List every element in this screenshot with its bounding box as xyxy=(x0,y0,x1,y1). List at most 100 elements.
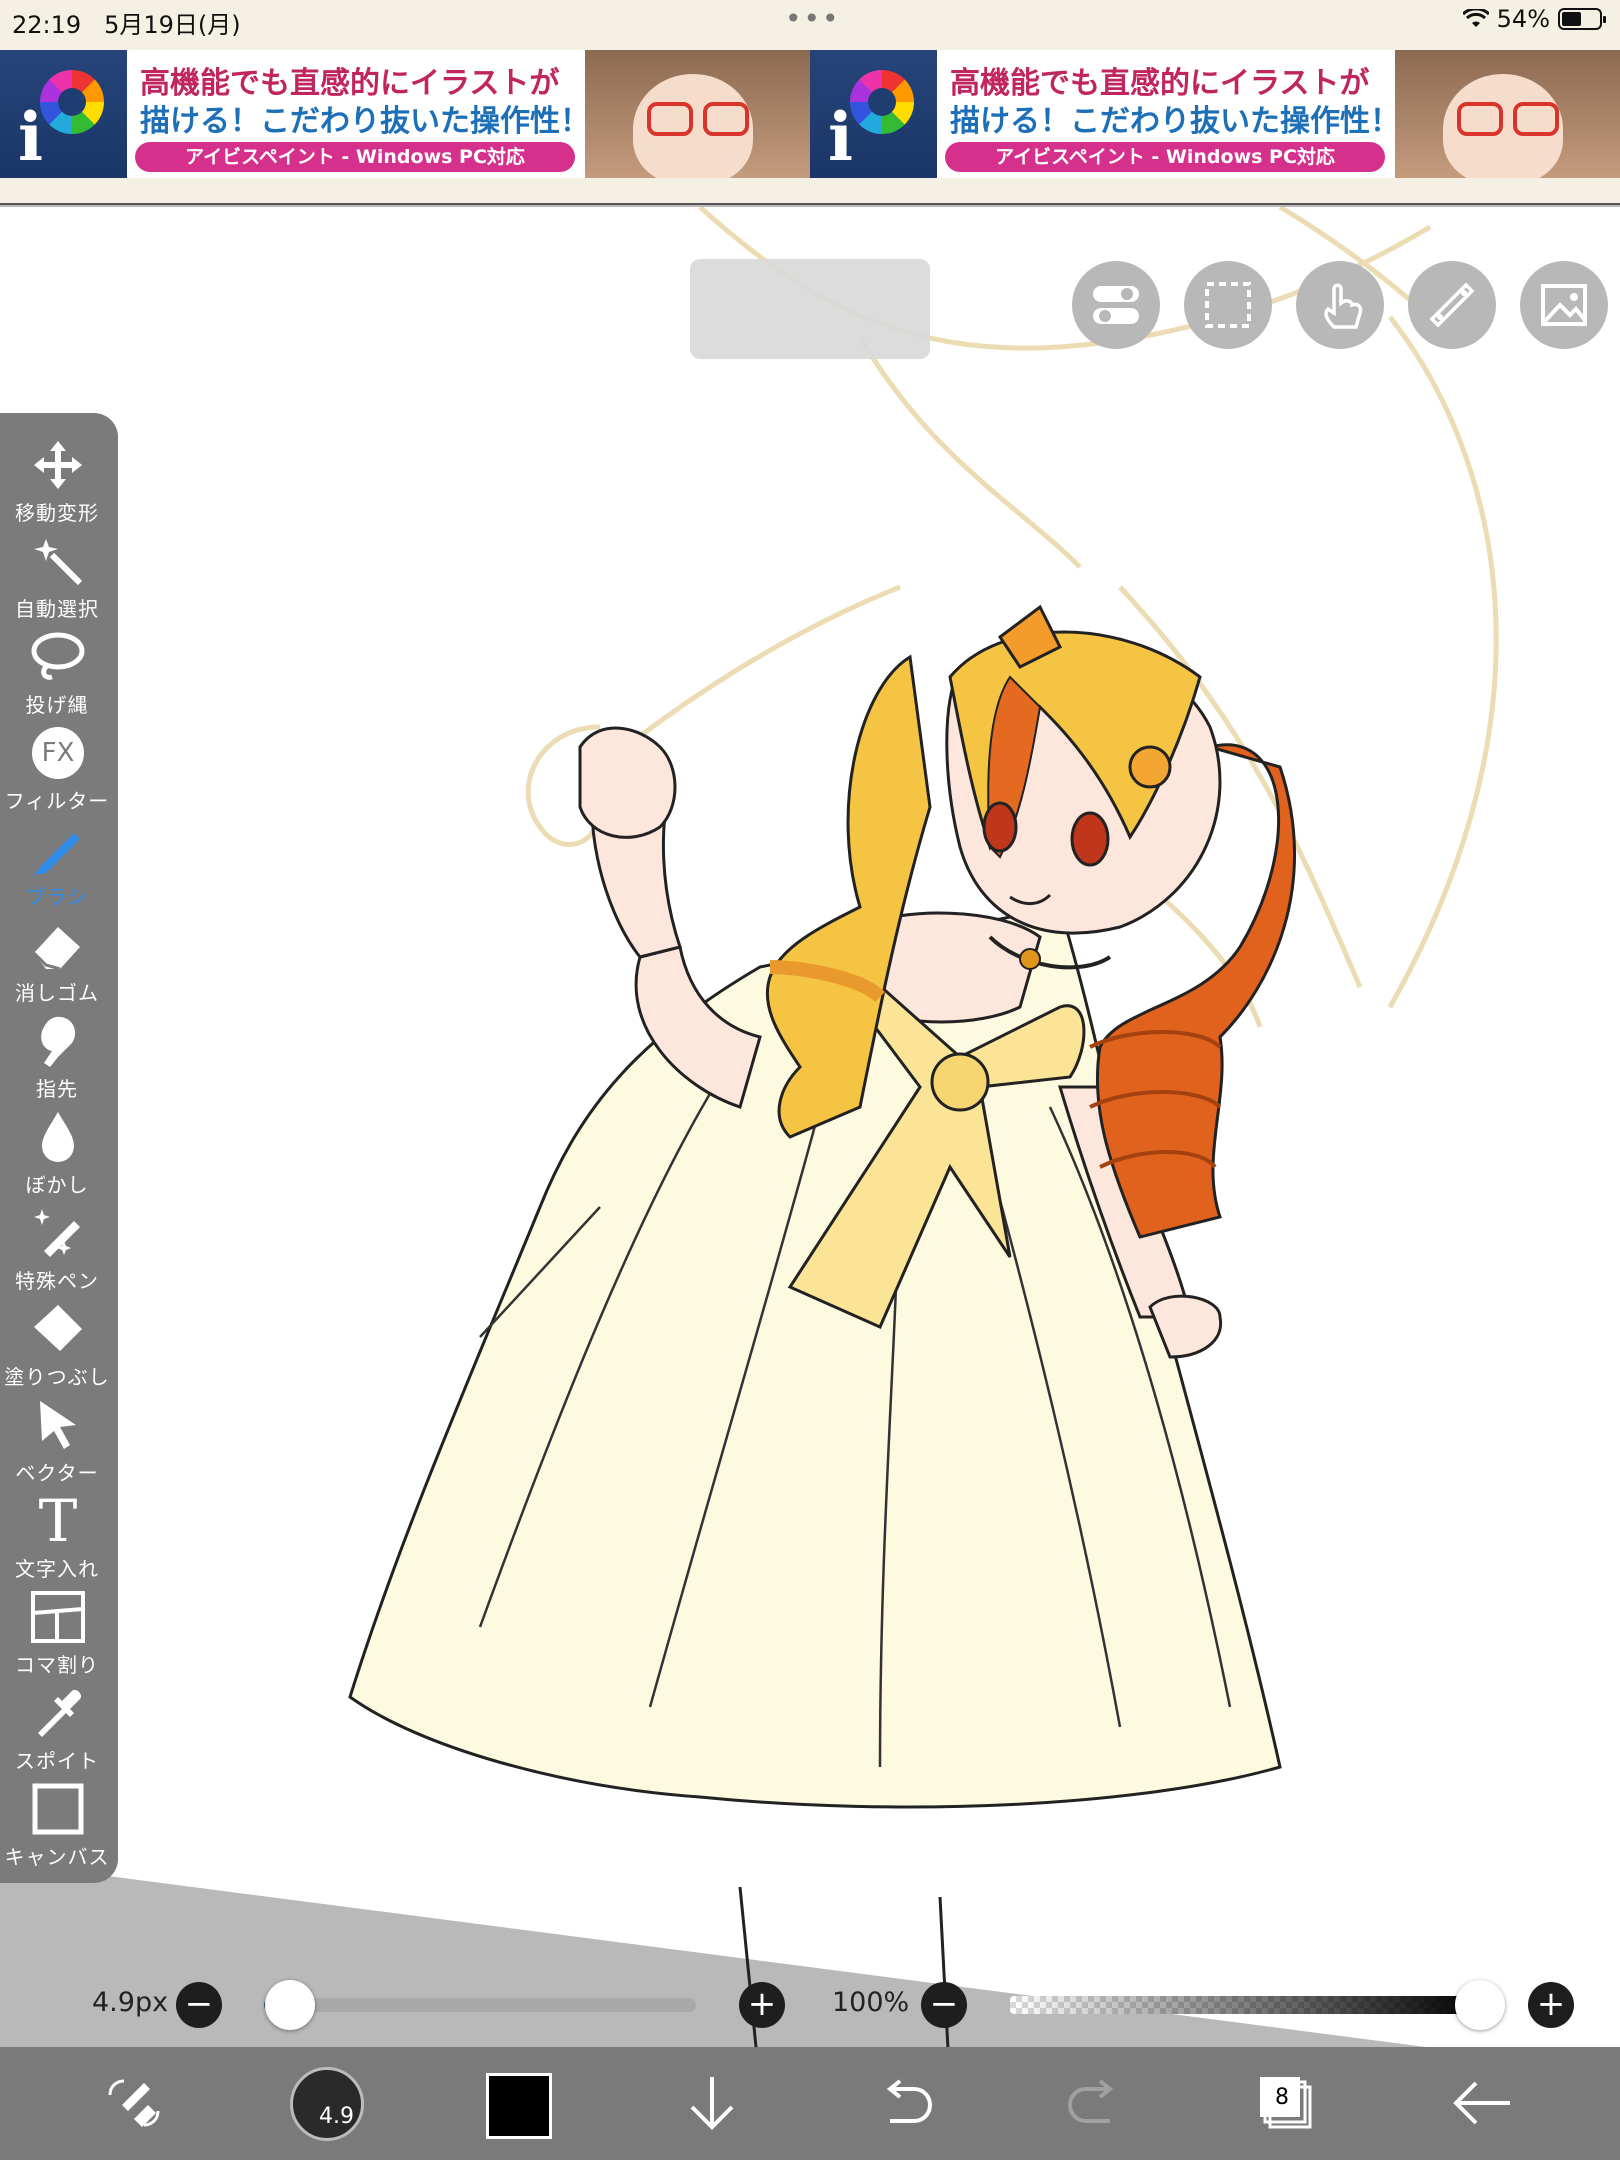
toggle-icon xyxy=(1093,286,1139,324)
status-time: 22:19 5月19日(月) xyxy=(12,11,241,39)
arrow-left-icon xyxy=(1453,2081,1510,2125)
move-down-button[interactable] xyxy=(674,2065,750,2141)
color-swatch[interactable] xyxy=(486,2073,552,2139)
opacity-decrease-button[interactable]: − xyxy=(921,1982,967,2028)
tool-label: スポイト xyxy=(15,1749,99,1773)
opacity-increase-button[interactable]: + xyxy=(1528,1982,1574,2028)
blur-icon xyxy=(30,1109,86,1165)
brush-sliders: 4.9px − + 100% − + xyxy=(0,1965,1620,2045)
back-button[interactable] xyxy=(1444,2065,1520,2141)
magic-wand-icon xyxy=(30,533,86,589)
arrow-down-icon xyxy=(690,2077,734,2130)
tool-label: フィルター xyxy=(4,789,110,813)
ad-character-image xyxy=(585,50,810,178)
tool-swap-button[interactable] xyxy=(96,2065,172,2141)
ad-character-image xyxy=(1395,50,1620,178)
tool-label: 移動変形 xyxy=(15,501,99,525)
brush-size-knob[interactable] xyxy=(264,1980,315,2030)
opacity-slider[interactable] xyxy=(1010,1996,1480,2014)
tool-brush[interactable]: ブラシ xyxy=(0,821,114,917)
ad-banner[interactable]: i 高機能でも直感的にイラストが 描ける！こだわり抜いた操作性！ アイビスペイン… xyxy=(0,40,1620,205)
tool-sidebar: 移動変形 自動選択 投げ縄 FX フィルター ブラシ 消しゴム 指先 ぼかし 特… xyxy=(0,413,118,1883)
tool-canvas[interactable]: キャンバス xyxy=(0,1781,114,1877)
tool-eyedropper[interactable]: スポイト xyxy=(0,1685,114,1781)
pen-eraser-swap-icon xyxy=(108,2079,160,2127)
touch-icon xyxy=(1324,283,1363,329)
fill-icon xyxy=(30,1301,86,1357)
opacity-label: 100% xyxy=(832,1987,910,2018)
tool-auto-select[interactable]: 自動選択 xyxy=(0,533,114,629)
redo-button[interactable] xyxy=(1058,2065,1134,2141)
brush-size-badge: 4.9 xyxy=(319,2104,354,2129)
ad-cta[interactable]: アイビスペイント - Windows PC対応 xyxy=(135,142,575,172)
reference-image-button[interactable] xyxy=(1520,261,1608,349)
finger-icon xyxy=(30,1013,86,1069)
bottom-toolbar: 4.9 8 xyxy=(0,2047,1620,2160)
selection-button[interactable] xyxy=(1184,261,1272,349)
tool-label: ぼかし xyxy=(25,1173,89,1197)
tool-label: コマ割り xyxy=(15,1653,99,1677)
ibispaint-logo: i xyxy=(0,50,127,178)
ad-subline: 描ける！こだわり抜いた操作性！ xyxy=(950,104,1400,139)
tool-label: 投げ縄 xyxy=(25,693,89,717)
redo-icon xyxy=(1067,2079,1114,2123)
tool-label: 文字入れ xyxy=(15,1557,99,1581)
tool-label: キャンバス xyxy=(4,1845,110,1869)
tool-filter[interactable]: FX フィルター xyxy=(0,725,114,821)
ad-panel[interactable]: i 高機能でも直感的にイラストが 描ける！こだわり抜いた操作性！ アイビスペイン… xyxy=(810,50,1620,178)
status-right: 54% xyxy=(1462,5,1606,33)
status-date: 5月19日(月) xyxy=(104,11,241,39)
battery-icon xyxy=(1558,8,1606,30)
tool-finger[interactable]: 指先 xyxy=(0,1013,114,1109)
frame-icon xyxy=(30,1589,86,1645)
fx-icon: FX xyxy=(30,725,86,781)
special-pen-icon xyxy=(30,1205,86,1261)
tool-label: 自動選択 xyxy=(15,597,99,621)
tool-eraser[interactable]: 消しゴム xyxy=(0,917,114,1013)
size-increase-button[interactable]: + xyxy=(739,1982,785,2028)
status-bar: 22:19 5月19日(月) ••• 54% xyxy=(0,0,1620,40)
undo-button[interactable] xyxy=(866,2065,942,2141)
toggle-button[interactable] xyxy=(1072,261,1160,349)
tool-fill[interactable]: 塗りつぶし xyxy=(0,1301,114,1397)
brush-size-label: 4.9px xyxy=(92,1987,169,2018)
tool-label: 指先 xyxy=(36,1077,78,1101)
tool-label: 消しゴム xyxy=(15,981,99,1005)
selection-placeholder xyxy=(690,259,930,359)
tool-label: ブラシ xyxy=(25,885,89,909)
lasso-icon xyxy=(30,629,86,685)
tool-vector[interactable]: ベクター xyxy=(0,1397,114,1493)
tool-lasso[interactable]: 投げ縄 xyxy=(0,629,114,725)
more-dots-icon[interactable]: ••• xyxy=(785,2,841,35)
selection-icon xyxy=(1205,282,1251,328)
artwork[interactable] xyxy=(0,207,1620,2047)
tool-frame-divider[interactable]: コマ割り xyxy=(0,1589,114,1685)
move-icon xyxy=(30,437,86,493)
touch-button[interactable] xyxy=(1296,261,1384,349)
ruler-icon xyxy=(1429,282,1475,328)
ad-cta[interactable]: アイビスペイント - Windows PC対応 xyxy=(945,142,1385,172)
battery-percent: 54% xyxy=(1496,5,1550,33)
wifi-icon xyxy=(1462,9,1489,27)
ad-subline: 描ける！こだわり抜いた操作性！ xyxy=(140,104,590,139)
ruler-button[interactable] xyxy=(1408,261,1496,349)
tool-text[interactable]: T 文字入れ xyxy=(0,1487,114,1589)
brush-icon xyxy=(30,821,86,877)
eraser-icon xyxy=(30,917,86,973)
drawing-canvas[interactable] xyxy=(0,207,1620,2047)
ad-panel[interactable]: i 高機能でも直感的にイラストが 描ける！こだわり抜いた操作性！ アイビスペイン… xyxy=(0,50,810,178)
layers-button[interactable]: 8 xyxy=(1248,2065,1324,2141)
brush-size-slider[interactable] xyxy=(264,1998,696,2012)
text-icon: T xyxy=(38,1487,78,1555)
opacity-knob[interactable] xyxy=(1455,1980,1505,2030)
tool-move[interactable]: 移動変形 xyxy=(0,437,114,533)
image-icon xyxy=(1541,284,1587,326)
tool-blur[interactable]: ぼかし xyxy=(0,1109,114,1205)
tool-label: 特殊ペン xyxy=(15,1269,99,1293)
ibispaint-logo: i xyxy=(810,50,937,178)
vector-icon xyxy=(30,1397,86,1453)
size-decrease-button[interactable]: − xyxy=(176,1982,222,2028)
eyedropper-icon xyxy=(30,1685,86,1741)
brush-preview-button[interactable]: 4.9 xyxy=(290,2067,364,2141)
tool-special-pen[interactable]: 特殊ペン xyxy=(0,1205,114,1301)
